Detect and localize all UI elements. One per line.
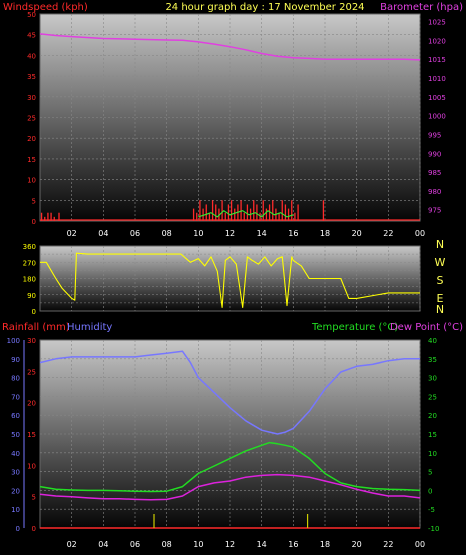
windspeed-tick-label: 30 (27, 94, 36, 102)
barometer-tick-label: 975 (428, 207, 441, 215)
x-tick-label: 12 (225, 540, 235, 549)
windspeed-axis-title: Windspeed (kph) (3, 2, 88, 13)
barometer-tick-label: 1000 (428, 113, 446, 121)
temperature-tick-label: 35 (428, 356, 437, 364)
humidity-tick-label: 10 (11, 506, 20, 514)
x-tick-label: 08 (162, 229, 172, 238)
x-tick-label: 08 (162, 540, 172, 549)
temperature-axis-title: Temperature (°C) (311, 322, 398, 333)
barometer-tick-label: 980 (428, 188, 441, 196)
compass-label-n2: N (436, 303, 444, 316)
humidity-tick-label: 60 (11, 412, 20, 420)
temperature-tick-label: 40 (428, 337, 437, 345)
windspeed-tick-label: 15 (27, 156, 36, 164)
temperature-tick-label: -5 (428, 506, 435, 514)
temperature-tick-label: 10 (428, 450, 437, 458)
rainfall-axis-title: Rainfall (mm) (2, 322, 70, 333)
x-tick-label: 10 (193, 229, 203, 238)
windspeed-tick-label: 10 (27, 177, 36, 185)
x-tick-label: 14 (257, 229, 267, 238)
rainfall-tick-label: 0 (32, 525, 36, 533)
barometer-tick-label: 990 (428, 150, 441, 158)
x-tick-label: 06 (130, 540, 140, 549)
temperature-tick-label: 5 (428, 469, 432, 477)
rainfall-tick-label: 15 (27, 431, 36, 439)
x-tick-label: 22 (383, 540, 393, 549)
temperature-tick-label: 15 (428, 431, 437, 439)
compass-label-s: S (437, 274, 444, 287)
temperature-tick-label: 0 (428, 487, 432, 495)
rainfall-tick-label: 20 (27, 400, 36, 408)
winddir-tick-label: 270 (23, 259, 36, 267)
windspeed-tick-label: 25 (27, 115, 36, 123)
barometer-tick-label: 985 (428, 169, 441, 177)
rainfall-tick-label: 5 (32, 494, 36, 502)
x-tick-label: 18 (320, 540, 330, 549)
barometer-tick-label: 1020 (428, 37, 446, 45)
rainfall-tick-label: 30 (27, 337, 36, 345)
humidity-tick-label: 50 (11, 431, 20, 439)
compass-label-w: W (435, 256, 446, 269)
barometer-axis-title: Barometer (hpa) (380, 2, 463, 13)
barometer-tick-label: 1025 (428, 19, 446, 27)
windspeed-tick-label: 40 (27, 52, 36, 60)
temperature-tick-label: 30 (428, 375, 437, 383)
winddir-tick-label: 180 (23, 276, 36, 284)
windspeed-tick-label: 45 (27, 32, 36, 40)
windspeed-tick-label: 5 (32, 197, 36, 205)
humidity-tick-label: 80 (11, 375, 20, 383)
rainfall-tick-label: 25 (27, 368, 36, 376)
x-tick-label: 16 (288, 229, 298, 238)
barometer-tick-label: 1015 (428, 56, 446, 64)
humidity-tick-label: 40 (11, 450, 20, 458)
humidity-tick-label: 90 (11, 356, 20, 364)
chart-canvas: 02 04 06 08 10 12 14 16 18 20 22 0002 04 06 08 10 12 14 16… (2, 2, 463, 549)
windspeed-tick-label: 20 (27, 135, 36, 143)
x-tick-label: 04 (98, 229, 108, 238)
humidity-tick-label: 70 (11, 393, 20, 401)
winddir-tick-label: 0 (32, 308, 36, 316)
barometer-tick-label: 1005 (428, 94, 446, 102)
x-tick-label: 20 (352, 229, 362, 238)
x-tick-label: 12 (225, 229, 235, 238)
x-tick-label: 00 (415, 540, 425, 549)
x-tick-label: 16 (288, 540, 298, 549)
chart-date-title: 24 hour graph day : 17 November 2024 (165, 2, 364, 13)
x-tick-label: 04 (98, 540, 108, 549)
temperature-tick-label: 25 (428, 393, 437, 401)
winddir-tick-label: 90 (27, 292, 36, 300)
x-tick-label: 02 (67, 229, 77, 238)
temperature-tick-label: 20 (428, 412, 437, 420)
x-tick-label: 10 (193, 540, 203, 549)
rainfall-tick-label: 10 (27, 462, 36, 470)
x-tick-label: 18 (320, 229, 330, 238)
barometer-tick-label: 995 (428, 131, 441, 139)
windspeed-tick-label: 0 (32, 218, 36, 226)
x-tick-label: 22 (383, 229, 393, 238)
winddir-tick-label: 360 (23, 243, 36, 251)
x-tick-label: 14 (257, 540, 267, 549)
humidity-tick-label: 30 (11, 469, 20, 477)
humidity-tick-label: 20 (11, 487, 20, 495)
barometer-tick-label: 1010 (428, 75, 446, 83)
humidity-tick-label: 0 (16, 525, 20, 533)
dewpoint-axis-title: Dew Point (°C) (390, 322, 463, 333)
x-tick-label: 00 (415, 229, 425, 238)
windspeed-tick-label: 35 (27, 73, 36, 81)
humidity-axis-title: Humidity (67, 322, 112, 333)
x-tick-label: 02 (67, 540, 77, 549)
weather-graph: 02 04 06 08 10 12 14 16 18 20 22 00 02 04 06 08 10 12 14 16… (0, 0, 466, 555)
compass-label-n: N (436, 238, 444, 251)
x-tick-label: 06 (130, 229, 140, 238)
x-tick-label: 20 (352, 540, 362, 549)
humidity-tick-label: 100 (7, 337, 20, 345)
temperature-tick-label: -10 (428, 525, 439, 533)
